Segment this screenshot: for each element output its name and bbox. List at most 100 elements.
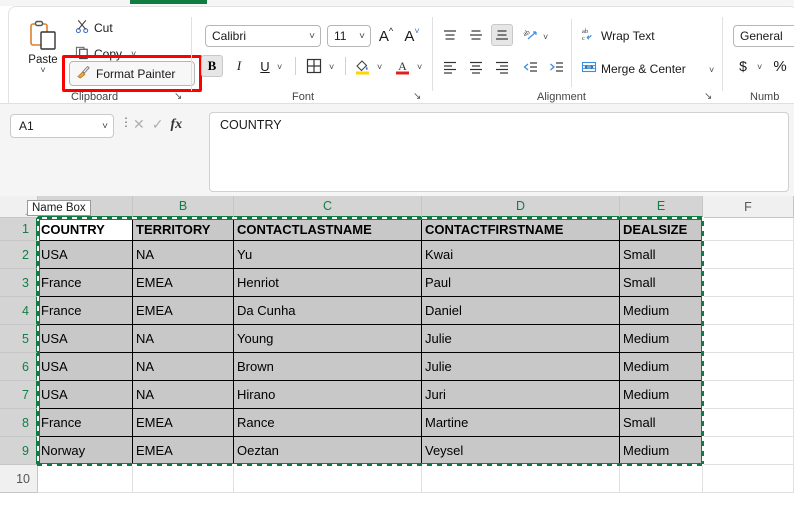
italic-button[interactable]: I bbox=[229, 55, 249, 77]
cell-d3[interactable]: Paul bbox=[422, 269, 620, 297]
font-name-combobox[interactable]: Calibri ˅ bbox=[205, 25, 321, 47]
bold-button[interactable]: B bbox=[201, 55, 223, 77]
cell-c10[interactable] bbox=[234, 465, 422, 493]
cell-b3[interactable]: EMEA bbox=[133, 269, 234, 297]
borders-button[interactable] bbox=[303, 55, 325, 77]
chevron-down-icon[interactable]: ˅ bbox=[277, 62, 282, 72]
cell-d1[interactable]: CONTACTFIRSTNAME bbox=[422, 218, 620, 241]
cell-e9[interactable]: Medium bbox=[620, 437, 703, 465]
row-header-2[interactable]: 2 bbox=[0, 241, 38, 269]
cell-f2[interactable] bbox=[703, 241, 794, 269]
paste-button[interactable]: Paste ˅ bbox=[17, 17, 69, 87]
enter-icon[interactable]: ✓ bbox=[152, 116, 164, 133]
format-painter-button[interactable]: Format Painter bbox=[69, 61, 195, 86]
row-header-9[interactable]: 9 bbox=[0, 437, 38, 465]
cell-c8[interactable]: Rance bbox=[234, 409, 422, 437]
cell-d7[interactable]: Juri bbox=[422, 381, 620, 409]
cell-e4[interactable]: Medium bbox=[620, 297, 703, 325]
cell-f5[interactable] bbox=[703, 325, 794, 353]
chevron-down-icon[interactable]: ˅ bbox=[102, 121, 113, 132]
cell-d8[interactable]: Martine bbox=[422, 409, 620, 437]
cell-f10[interactable] bbox=[703, 465, 794, 493]
increase-font-size-button[interactable]: A ^ bbox=[375, 25, 397, 47]
align-left-button[interactable] bbox=[439, 57, 461, 77]
cell-b4[interactable]: EMEA bbox=[133, 297, 234, 325]
formula-input[interactable]: COUNTRY bbox=[209, 112, 789, 192]
cell-a3[interactable]: France bbox=[38, 269, 133, 297]
cell-f1[interactable] bbox=[703, 218, 794, 241]
cell-d10[interactable] bbox=[422, 465, 620, 493]
cell-a8[interactable]: France bbox=[38, 409, 133, 437]
chevron-down-icon[interactable]: ˅ bbox=[40, 66, 45, 75]
cell-e1[interactable]: DEALSIZE bbox=[620, 218, 703, 241]
cell-a1[interactable]: COUNTRY bbox=[38, 218, 133, 241]
cell-b2[interactable]: NA bbox=[133, 241, 234, 269]
column-header-d[interactable]: D bbox=[422, 196, 620, 218]
more-options-icon[interactable]: ⋮ bbox=[120, 116, 132, 128]
column-header-f[interactable]: F bbox=[703, 196, 794, 218]
chevron-down-icon[interactable]: ˅ bbox=[309, 31, 320, 42]
cell-c5[interactable]: Young bbox=[234, 325, 422, 353]
cell-d9[interactable]: Veysel bbox=[422, 437, 620, 465]
chevron-down-icon[interactable]: ˅ bbox=[359, 31, 370, 42]
cell-d4[interactable]: Daniel bbox=[422, 297, 620, 325]
underline-button[interactable]: U bbox=[255, 55, 275, 77]
row-header-10[interactable]: 10 bbox=[0, 465, 38, 493]
cell-c4[interactable]: Da Cunha bbox=[234, 297, 422, 325]
cell-d2[interactable]: Kwai bbox=[422, 241, 620, 269]
decrease-font-size-button[interactable]: A ˅ bbox=[401, 25, 423, 47]
cell-b5[interactable]: NA bbox=[133, 325, 234, 353]
row-header-5[interactable]: 5 bbox=[0, 325, 38, 353]
cell-a4[interactable]: France bbox=[38, 297, 133, 325]
row-header-7[interactable]: 7 bbox=[0, 381, 38, 409]
cell-b8[interactable]: EMEA bbox=[133, 409, 234, 437]
row-header-6[interactable]: 6 bbox=[0, 353, 38, 381]
cell-e7[interactable]: Medium bbox=[620, 381, 703, 409]
chevron-down-icon[interactable]: ˅ bbox=[543, 32, 548, 42]
cell-c7[interactable]: Hirano bbox=[234, 381, 422, 409]
cell-c9[interactable]: Oeztan bbox=[234, 437, 422, 465]
accounting-format-button[interactable]: $ bbox=[734, 55, 752, 77]
row-header-3[interactable]: 3 bbox=[0, 269, 38, 297]
increase-indent-button[interactable] bbox=[545, 57, 567, 77]
cell-c3[interactable]: Henriot bbox=[234, 269, 422, 297]
cut-button[interactable]: Cut bbox=[75, 19, 113, 37]
wrap-text-button[interactable]: ab c Wrap Text bbox=[581, 26, 655, 45]
cell-f4[interactable] bbox=[703, 297, 794, 325]
cell-a7[interactable]: USA bbox=[38, 381, 133, 409]
chevron-down-icon[interactable]: ˅ bbox=[131, 49, 136, 59]
cell-e6[interactable]: Medium bbox=[620, 353, 703, 381]
cell-d5[interactable]: Julie bbox=[422, 325, 620, 353]
row-header-1[interactable]: 1 bbox=[0, 218, 38, 241]
cell-f3[interactable] bbox=[703, 269, 794, 297]
align-center-button[interactable] bbox=[465, 57, 487, 77]
row-header-4[interactable]: 4 bbox=[0, 297, 38, 325]
decrease-indent-button[interactable] bbox=[519, 57, 541, 77]
orientation-button[interactable]: ab bbox=[519, 25, 541, 45]
cell-f6[interactable] bbox=[703, 353, 794, 381]
cell-e5[interactable]: Medium bbox=[620, 325, 703, 353]
chevron-down-icon[interactable]: ˅ bbox=[757, 62, 762, 72]
cell-f7[interactable] bbox=[703, 381, 794, 409]
cell-c2[interactable]: Yu bbox=[234, 241, 422, 269]
cell-f9[interactable] bbox=[703, 437, 794, 465]
cell-e8[interactable]: Small bbox=[620, 409, 703, 437]
align-bottom-button[interactable] bbox=[491, 24, 513, 46]
cell-e2[interactable]: Small bbox=[620, 241, 703, 269]
merge-center-button[interactable]: Merge & Center bbox=[581, 59, 686, 78]
cell-a5[interactable]: USA bbox=[38, 325, 133, 353]
name-box[interactable]: A1 ˅ bbox=[10, 114, 114, 138]
fill-color-button[interactable] bbox=[351, 55, 373, 77]
active-tab-indicator[interactable] bbox=[130, 0, 207, 4]
cell-a9[interactable]: Norway bbox=[38, 437, 133, 465]
number-format-combobox[interactable]: General bbox=[733, 25, 794, 47]
align-top-button[interactable] bbox=[439, 25, 461, 45]
cell-a2[interactable]: USA bbox=[38, 241, 133, 269]
column-header-b[interactable]: B bbox=[133, 196, 234, 218]
cell-c1[interactable]: CONTACTLASTNAME bbox=[234, 218, 422, 241]
align-middle-button[interactable] bbox=[465, 25, 487, 45]
cell-b6[interactable]: NA bbox=[133, 353, 234, 381]
insert-function-icon[interactable]: fx bbox=[170, 117, 182, 133]
clipboard-dialog-launcher[interactable]: ↘ bbox=[174, 91, 182, 102]
column-header-c[interactable]: C bbox=[234, 196, 422, 218]
